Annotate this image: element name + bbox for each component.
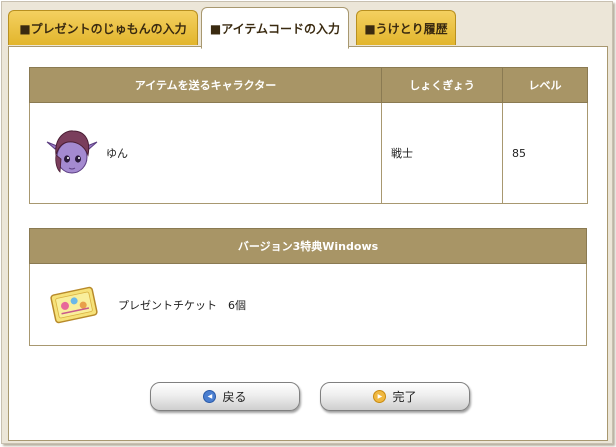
tab-present-spell[interactable]: ■プレゼントのじゅもんの入力 bbox=[8, 10, 198, 45]
character-cell: ゆん bbox=[29, 102, 382, 204]
tab-label: ■うけとり履歴 bbox=[364, 21, 448, 36]
header-level: レベル bbox=[502, 67, 588, 103]
character-table: アイテムを送るキャラクター しょくぎょう レベル ゆん 戦士 85 bbox=[29, 67, 588, 204]
bonus-table: バージョン3特典Windows プレゼントチケット 6個 bbox=[29, 228, 587, 346]
done-button[interactable]: ▶ 完了 bbox=[320, 382, 470, 411]
back-button[interactable]: ◀ 戻る bbox=[150, 382, 300, 411]
job-cell: 戦士 bbox=[381, 102, 503, 204]
header-job: しょくぎょう bbox=[381, 67, 503, 103]
window-frame: ■プレゼントのじゅもんの入力 ■アイテムコードの入力 ■うけとり履歴 アイテムを… bbox=[1, 1, 613, 444]
done-button-label: 完了 bbox=[392, 390, 417, 404]
content-panel: アイテムを送るキャラクター しょくぎょう レベル ゆん 戦士 85 バージョン3… bbox=[8, 46, 608, 441]
tab-label: ■アイテムコードの入力 bbox=[209, 21, 341, 36]
level-cell: 85 bbox=[502, 102, 588, 204]
forward-arrow-icon: ▶ bbox=[373, 390, 387, 403]
header-character: アイテムを送るキャラクター bbox=[29, 67, 382, 103]
character-avatar-icon bbox=[46, 130, 98, 174]
table-header-row: アイテムを送るキャラクター しょくぎょう レベル bbox=[29, 67, 588, 103]
bonus-item-cell: プレゼントチケット 6個 bbox=[29, 263, 587, 346]
table-row: ゆん 戦士 85 bbox=[29, 102, 588, 204]
tab-item-code[interactable]: ■アイテムコードの入力 bbox=[201, 7, 349, 49]
back-arrow-icon: ◀ bbox=[203, 390, 217, 403]
bonus-header: バージョン3特典Windows bbox=[29, 228, 587, 264]
ticket-icon bbox=[50, 286, 98, 323]
back-button-label: 戻る bbox=[222, 390, 247, 404]
character-name: ゆん bbox=[106, 147, 128, 160]
table-header-row: バージョン3特典Windows bbox=[29, 228, 587, 264]
tab-label: ■プレゼントのじゅもんの入力 bbox=[19, 21, 187, 36]
table-row: プレゼントチケット 6個 bbox=[29, 263, 587, 346]
bonus-item-text: プレゼントチケット 6個 bbox=[118, 298, 246, 312]
tab-receive-history[interactable]: ■うけとり履歴 bbox=[356, 10, 456, 45]
